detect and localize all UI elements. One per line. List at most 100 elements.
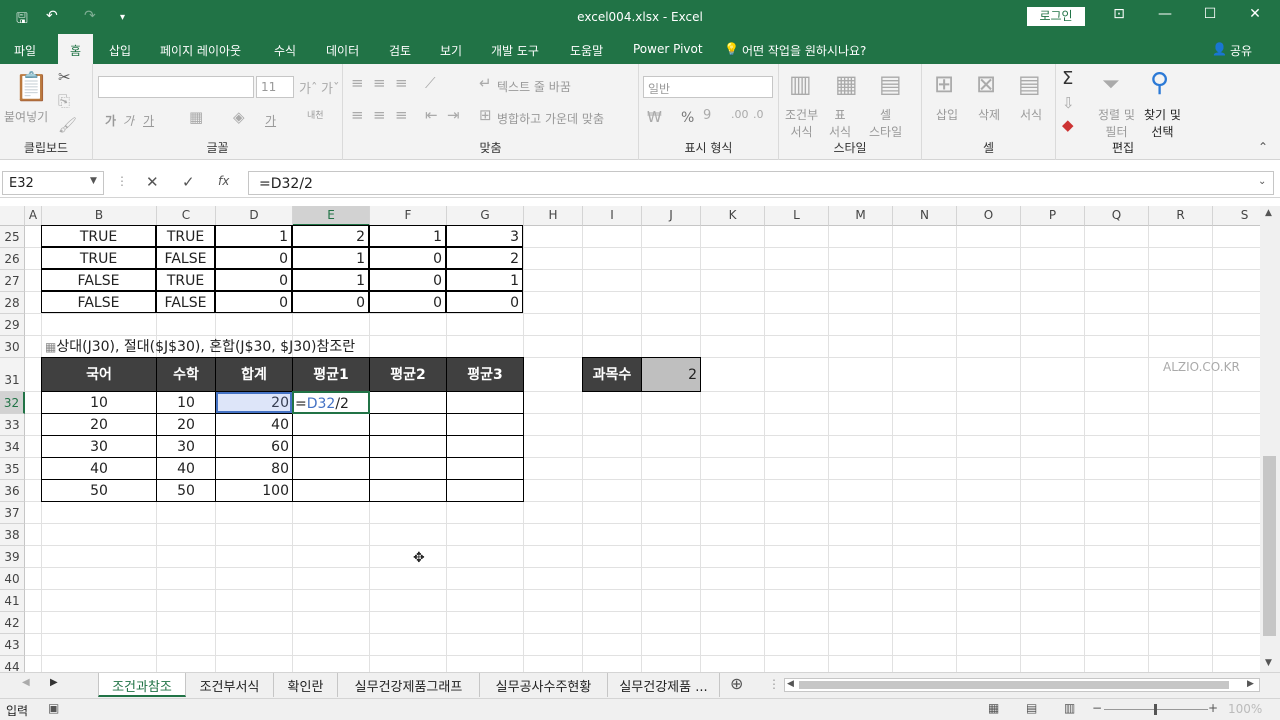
align-right-icon[interactable]: ≡ [395,106,408,124]
table2-cell[interactable]: 100 [215,479,293,502]
number-format-select[interactable]: 일반 [643,76,773,98]
delete-cells-icon[interactable]: ⊠ [976,70,996,98]
undo-icon[interactable]: ↶ [46,8,58,24]
table2-cell[interactable] [292,457,370,480]
autosum-icon[interactable]: Σ [1062,68,1073,89]
sort-filter-button[interactable]: 정렬 및 필터 [1098,106,1135,140]
column-header-E[interactable]: E [293,206,370,226]
table1-cell[interactable]: 2 [446,247,523,269]
merge-center-button[interactable]: 병합하고 가운데 맞춤 [497,110,604,127]
insert-function-icon[interactable]: fx [218,174,229,188]
row-header-26[interactable]: 26 [0,248,25,270]
table2-cell[interactable]: 40 [215,413,293,436]
collapse-ribbon-icon[interactable]: ⌃ [1258,140,1268,154]
tab-review[interactable]: 검토 [389,42,411,59]
enter-icon[interactable]: ✓ [182,173,195,191]
tab-data[interactable]: 데이터 [326,42,359,59]
h-scroll-thumb[interactable] [799,681,1229,689]
italic-button[interactable]: 가 [123,112,134,129]
format-painter-icon[interactable]: 🖌 [58,116,77,134]
prev-sheet-icon[interactable]: ◀ [22,677,30,688]
font-name-select[interactable] [98,76,254,98]
paste-icon[interactable]: 📋 [14,70,49,103]
table2-cell[interactable] [446,391,524,414]
align-left-icon[interactable]: ≡ [351,106,364,124]
sheet-tab-1[interactable]: 조건과참조 [98,673,186,697]
table1-cell[interactable]: FALSE [41,269,156,291]
align-bottom-icon[interactable]: ≡ [395,74,408,92]
row-header-29[interactable]: 29 [0,314,25,336]
format-cells-icon[interactable]: ▤ [1018,70,1041,98]
table2-cell[interactable]: 60 [215,435,293,458]
table2-cell[interactable] [369,391,447,414]
decrease-decimal-icon[interactable]: .0 [753,108,764,121]
insert-cells-icon[interactable]: ⊞ [934,70,954,98]
table2-cell[interactable]: 30 [41,435,157,458]
save-icon[interactable]: 🖫 [16,8,28,32]
format-table-button[interactable]: 표 서식 [829,106,851,140]
row-header-25[interactable]: 25 [0,226,25,248]
table2-cell[interactable] [292,479,370,502]
row-header-43[interactable]: 43 [0,634,25,656]
column-header-L[interactable]: L [765,206,829,226]
login-button[interactable]: 로그인 [1027,7,1085,26]
paste-label[interactable]: 붙여넣기 [4,108,48,125]
zoom-slider-thumb[interactable] [1154,704,1157,715]
table1-cell[interactable]: 0 [446,291,523,313]
table2-cell[interactable]: 20 [156,413,216,436]
percent-button[interactable]: % [681,110,694,126]
customize-qat-icon[interactable]: ▾ [120,12,125,23]
column-header-F[interactable]: F [370,206,447,226]
minimize-icon[interactable]: — [1150,6,1180,22]
cancel-icon[interactable]: ✕ [146,173,159,191]
scroll-up-icon[interactable]: ▲ [1265,208,1272,218]
table1-cell[interactable]: 1 [446,269,523,291]
row-header-44[interactable]: 44 [0,656,25,672]
table2-cell[interactable]: 40 [41,457,157,480]
sheet-tab-6[interactable]: 실무건강제품 ... [608,673,720,697]
font-size-select[interactable]: 11 [256,76,294,98]
table1-cell[interactable]: 0 [215,269,292,291]
tab-help[interactable]: 도움말 [570,42,603,59]
row-header-42[interactable]: 42 [0,612,25,634]
decrease-font-icon[interactable]: 가ˇ [321,78,339,97]
zoom-out-icon[interactable]: − [1092,701,1102,715]
tab-page-layout[interactable]: 페이지 레이아웃 [160,42,241,59]
formula-input[interactable]: =D32/2 [248,171,1274,195]
find-select-button[interactable]: 찾기 및 선택 [1144,106,1181,140]
table2-cell[interactable]: 80 [215,457,293,480]
macro-record-icon[interactable]: ▣ [48,701,59,715]
table2-cell[interactable] [446,479,524,502]
tab-insert[interactable]: 삽입 [109,42,131,59]
add-sheet-icon[interactable]: ⊕ [730,674,743,693]
worksheet-grid[interactable]: A B C D E F G H I J K L M N O P Q R S 25 26 27 28 29 30 31 32 33 34 3… [0,206,1260,672]
table1-cell[interactable]: TRUE [156,225,215,247]
table1-cell[interactable]: FALSE [41,291,156,313]
decrease-indent-icon[interactable]: ⇤ [425,106,438,124]
border-icon[interactable]: ▦ [189,108,203,126]
font-color-button[interactable]: 가 [265,112,276,129]
row-header-34[interactable]: 34 [0,436,25,458]
table2-cell[interactable] [446,457,524,480]
column-header-D[interactable]: D [216,206,293,226]
row-header-32[interactable]: 32 [0,392,25,414]
editing-cell-e32[interactable]: =D32/2 [292,391,370,414]
table2-cell[interactable]: 40 [156,457,216,480]
table2-header[interactable]: 평균1 [292,357,370,392]
clear-icon[interactable]: ◆ [1062,116,1074,134]
table1-cell[interactable]: 0 [292,291,369,313]
name-box-dropdown-icon[interactable]: ▼ [90,176,97,186]
column-header-G[interactable]: G [447,206,524,226]
column-header-B[interactable]: B [42,206,157,226]
next-sheet-icon[interactable]: ▶ [50,677,58,688]
subjects-label[interactable]: 과목수 [582,357,642,392]
normal-view-icon[interactable]: ▦ [988,701,999,715]
column-header-S[interactable]: S [1213,206,1260,226]
column-header-R[interactable]: R [1149,206,1213,226]
tab-power-pivot[interactable]: Power Pivot [633,42,703,56]
row-header-35[interactable]: 35 [0,458,25,480]
wrap-text-icon[interactable]: ↵ [479,74,492,92]
tab-split-icon[interactable]: ⋮ [768,677,780,691]
table2-cell[interactable] [369,413,447,436]
cut-icon[interactable]: ✂ [58,68,71,86]
